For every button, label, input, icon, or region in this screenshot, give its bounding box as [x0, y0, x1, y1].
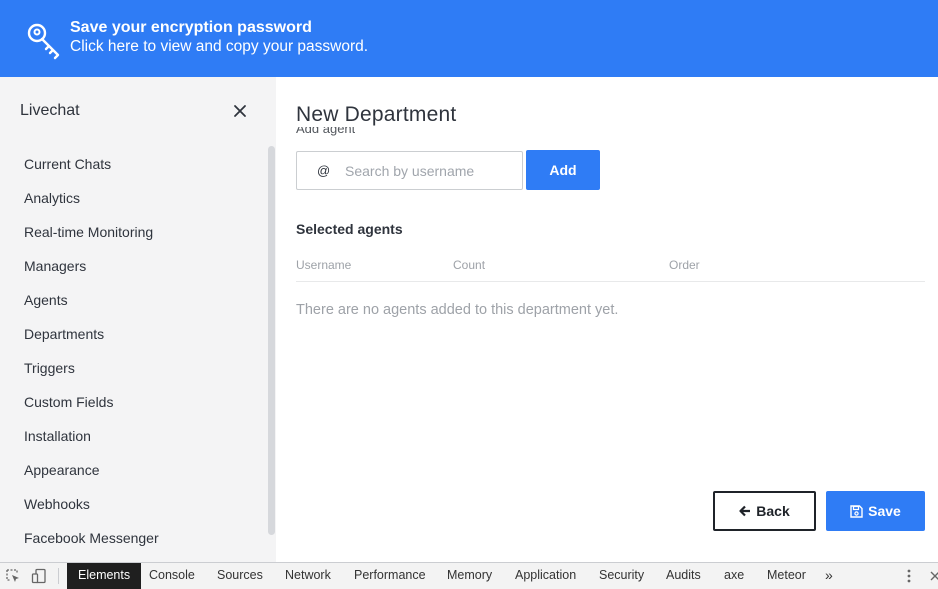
devtools-tab-meteor[interactable]: Meteor — [767, 563, 806, 589]
column-header-username: Username — [296, 258, 352, 272]
key-icon — [27, 23, 60, 60]
add-agent-label: Add agent — [296, 127, 355, 137]
save-button[interactable]: Save — [826, 491, 925, 531]
sidebar-item-agents[interactable]: Agents — [0, 283, 262, 317]
selected-agents-heading: Selected agents — [296, 221, 403, 237]
floppy-disk-icon — [850, 504, 863, 518]
sidebar-item-analytics[interactable]: Analytics — [0, 181, 262, 215]
devtools-tabbar: Elements Console Sources Network Perform… — [0, 562, 938, 589]
devtools-tab-memory[interactable]: Memory — [447, 563, 492, 589]
sidebar-item-real-time-monitoring[interactable]: Real-time Monitoring — [0, 215, 262, 249]
page-title: New Department — [296, 103, 457, 126]
banner-title: Save your encryption password — [70, 19, 312, 36]
devtools-tab-security[interactable]: Security — [599, 563, 644, 589]
at-icon: @ — [317, 163, 331, 178]
save-button-label: Save — [868, 503, 901, 519]
agent-search-input[interactable] — [345, 160, 515, 182]
sidebar: Livechat Current Chats Analytics Real-ti… — [0, 77, 276, 562]
devtools-separator — [58, 568, 59, 584]
column-header-count: Count — [453, 258, 486, 272]
devtools-tab-application[interactable]: Application — [515, 563, 576, 589]
sidebar-item-webhooks[interactable]: Webhooks — [0, 487, 262, 521]
banner-subtitle[interactable]: Click here to view and copy your passwor… — [70, 38, 368, 56]
devtools-tab-console[interactable]: Console — [149, 563, 195, 589]
devtools-tab-network[interactable]: Network — [285, 563, 331, 589]
sidebar-item-current-chats[interactable]: Current Chats — [0, 147, 262, 181]
main-content: Add agent New Department @ Add Selected … — [276, 77, 938, 562]
sidebar-item-installation[interactable]: Installation — [0, 419, 262, 453]
back-button-label: Back — [756, 503, 790, 519]
sidebar-title: Livechat — [20, 102, 80, 119]
add-agent-button[interactable]: Add — [526, 150, 600, 190]
devtools-tab-sources[interactable]: Sources — [217, 563, 263, 589]
sidebar-item-managers[interactable]: Managers — [0, 249, 262, 283]
sidebar-menu: Current Chats Analytics Real-time Monito… — [0, 147, 262, 555]
devtools-tab-elements[interactable]: Elements — [67, 563, 142, 589]
devtools-menu-icon[interactable] — [901, 568, 917, 584]
devtools-close-icon[interactable] — [927, 568, 938, 584]
column-header-order: Order — [669, 258, 700, 272]
table-divider — [296, 281, 925, 282]
empty-agents-message: There are no agents added to this depart… — [296, 302, 619, 318]
encryption-password-banner[interactable]: Save your encryption password Click here… — [0, 0, 938, 77]
sidebar-item-facebook-messenger[interactable]: Facebook Messenger — [0, 521, 262, 555]
device-toolbar-icon[interactable] — [31, 568, 47, 584]
back-button[interactable]: Back — [713, 491, 816, 531]
sidebar-item-triggers[interactable]: Triggers — [0, 351, 262, 385]
app-root: Save your encryption password Click here… — [0, 0, 938, 589]
sidebar-item-custom-fields[interactable]: Custom Fields — [0, 385, 262, 419]
devtools-tab-axe[interactable]: axe — [724, 563, 744, 589]
devtools-tab-audits[interactable]: Audits — [666, 563, 701, 589]
devtools-more-tabs-icon[interactable]: » — [825, 563, 833, 589]
inspect-element-icon[interactable] — [5, 568, 21, 584]
devtools-tab-performance[interactable]: Performance — [354, 563, 426, 589]
add-agent-label-text: Add agent — [296, 127, 356, 136]
arrow-left-icon — [739, 505, 751, 517]
sidebar-item-departments[interactable]: Departments — [0, 317, 262, 351]
sidebar-scrollbar[interactable] — [268, 146, 275, 535]
agent-search-field[interactable]: @ — [296, 151, 523, 190]
close-icon[interactable] — [230, 101, 250, 121]
sidebar-item-appearance[interactable]: Appearance — [0, 453, 262, 487]
